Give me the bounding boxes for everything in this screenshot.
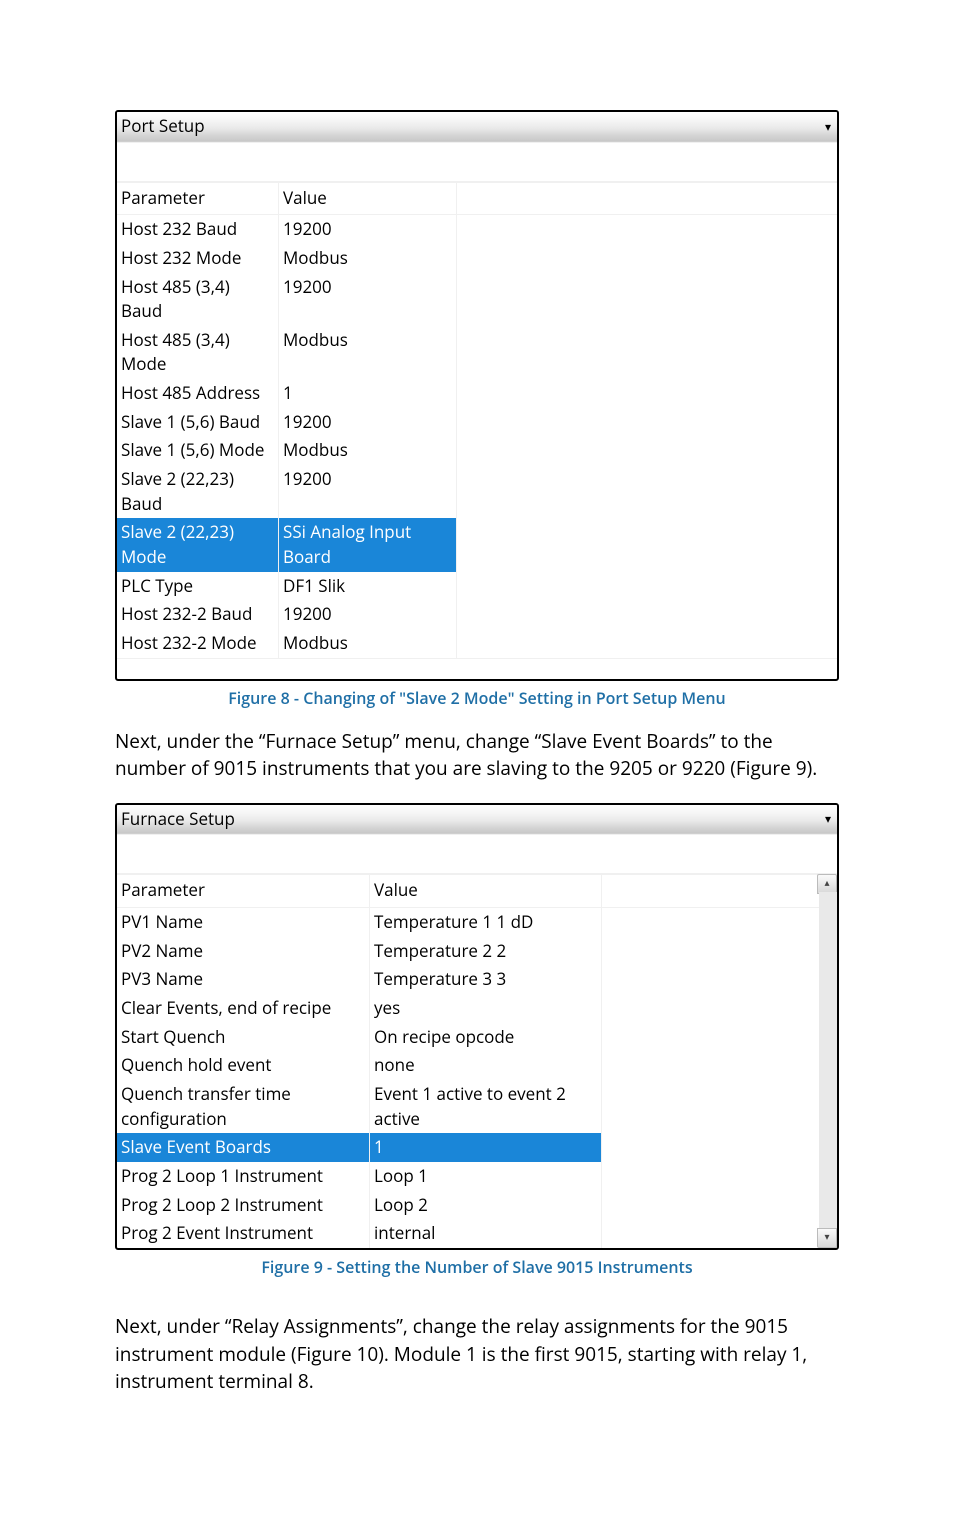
chevron-down-icon: ▾ — [825, 118, 831, 135]
furnace-value: Loop 1 — [370, 1162, 602, 1191]
port-header-param: Parameter — [117, 183, 279, 215]
furnace-setup-panel: Furnace Setup ▾ Parameter Value PV1 Name… — [115, 803, 839, 1250]
furnace-value: Loop 2 — [370, 1191, 602, 1220]
furnace-param: PV3 Name — [117, 965, 370, 994]
port-row[interactable]: Host 232 ModeModbus — [117, 244, 837, 273]
port-param: Slave 1 (5,6) Mode — [117, 436, 279, 465]
port-value: 19200 — [279, 215, 457, 244]
scroll-up-button[interactable]: ▴ — [817, 874, 837, 894]
port-param: Host 485 (3,4) Mode — [117, 326, 279, 379]
port-title: Port Setup — [121, 114, 205, 139]
figure-8-caption: Figure 8 - Changing of "Slave 2 Mode" Se… — [115, 687, 839, 710]
paragraph-2: Next, under “Relay Assignments”, change … — [115, 1313, 839, 1396]
furnace-header-spacer — [602, 875, 837, 907]
scroll-track[interactable] — [819, 892, 837, 1229]
furnace-value: On recipe opcode — [370, 1023, 602, 1052]
port-blank-row — [117, 142, 837, 182]
furnace-param: Quench hold event — [117, 1051, 370, 1080]
port-param: Slave 2 (22,23) Mode — [117, 518, 279, 571]
furnace-value: Temperature 2 2 — [370, 937, 602, 966]
furnace-title-bar[interactable]: Furnace Setup ▾ — [117, 805, 837, 835]
furnace-row[interactable]: Prog 2 Event Instrumentinternal — [117, 1219, 837, 1248]
port-value: Modbus — [279, 326, 457, 379]
furnace-value: 1 — [370, 1133, 602, 1162]
port-header-spacer — [457, 183, 837, 215]
furnace-param: Prog 2 Event Instrument — [117, 1219, 370, 1248]
port-row[interactable]: Host 485 (3,4) Baud19200 — [117, 273, 837, 326]
port-trailing-row — [117, 658, 837, 679]
furnace-header-value: Value — [370, 875, 602, 907]
port-value: 19200 — [279, 465, 457, 518]
furnace-row[interactable]: Clear Events, end of recipeyes — [117, 994, 837, 1023]
furnace-value: internal — [370, 1219, 602, 1248]
port-value: 19200 — [279, 600, 457, 629]
port-row[interactable]: PLC TypeDF1 Slik — [117, 572, 837, 601]
port-row[interactable]: Slave 1 (5,6) ModeModbus — [117, 436, 837, 465]
port-header-value: Value — [279, 183, 457, 215]
furnace-row[interactable]: Quench transfer time configurationEvent … — [117, 1080, 837, 1133]
furnace-row[interactable]: Quench hold eventnone — [117, 1051, 837, 1080]
furnace-param: Quench transfer time configuration — [117, 1080, 370, 1133]
furnace-title: Furnace Setup — [121, 807, 235, 832]
furnace-row[interactable]: PV2 NameTemperature 2 2 — [117, 937, 837, 966]
furnace-value: Temperature 3 3 — [370, 965, 602, 994]
furnace-param: Slave Event Boards — [117, 1133, 370, 1162]
port-row[interactable]: Slave 2 (22,23) Baud19200 — [117, 465, 837, 518]
port-value: 19200 — [279, 273, 457, 326]
furnace-param: Prog 2 Loop 2 Instrument — [117, 1191, 370, 1220]
furnace-param: Prog 2 Loop 1 Instrument — [117, 1162, 370, 1191]
port-row[interactable]: Host 232-2 Baud19200 — [117, 600, 837, 629]
port-row[interactable]: Host 485 (3,4) ModeModbus — [117, 326, 837, 379]
furnace-header-row: Parameter Value — [117, 874, 837, 908]
port-param: Host 232-2 Baud — [117, 600, 279, 629]
furnace-blank-row — [117, 834, 837, 874]
paragraph-1: Next, under the “Furnace Setup” menu, ch… — [115, 728, 839, 783]
furnace-param: PV2 Name — [117, 937, 370, 966]
port-param: Host 232-2 Mode — [117, 629, 279, 658]
furnace-value: none — [370, 1051, 602, 1080]
port-title-bar[interactable]: Port Setup ▾ — [117, 112, 837, 142]
port-param: Slave 1 (5,6) Baud — [117, 408, 279, 437]
port-param: Slave 2 (22,23) Baud — [117, 465, 279, 518]
port-value: Modbus — [279, 629, 457, 658]
furnace-value: Temperature 1 1 dD — [370, 908, 602, 937]
furnace-param: PV1 Name — [117, 908, 370, 937]
furnace-header-param: Parameter — [117, 875, 370, 907]
port-value: DF1 Slik — [279, 572, 457, 601]
furnace-row[interactable]: Slave Event Boards1 — [117, 1133, 837, 1162]
port-param: PLC Type — [117, 572, 279, 601]
furnace-row[interactable]: PV3 NameTemperature 3 3 — [117, 965, 837, 994]
port-row[interactable]: Host 485 Address1 — [117, 379, 837, 408]
port-param: Host 485 Address — [117, 379, 279, 408]
port-header-row: Parameter Value — [117, 182, 837, 216]
port-value: Modbus — [279, 244, 457, 273]
furnace-param: Clear Events, end of recipe — [117, 994, 370, 1023]
furnace-row[interactable]: Prog 2 Loop 1 InstrumentLoop 1 — [117, 1162, 837, 1191]
chevron-down-icon: ▾ — [825, 810, 831, 827]
figure-9-caption: Figure 9 - Setting the Number of Slave 9… — [115, 1256, 839, 1279]
port-param: Host 232 Baud — [117, 215, 279, 244]
furnace-param: Start Quench — [117, 1023, 370, 1052]
port-row[interactable]: Slave 2 (22,23) ModeSSi Analog Input Boa… — [117, 518, 837, 571]
furnace-row[interactable]: Prog 2 Loop 2 InstrumentLoop 2 — [117, 1191, 837, 1220]
furnace-value: yes — [370, 994, 602, 1023]
port-value: 19200 — [279, 408, 457, 437]
port-row[interactable]: Host 232-2 ModeModbus — [117, 629, 837, 658]
port-value: 1 — [279, 379, 457, 408]
port-param: Host 232 Mode — [117, 244, 279, 273]
port-param: Host 485 (3,4) Baud — [117, 273, 279, 326]
port-row[interactable]: Host 232 Baud19200 — [117, 215, 837, 244]
furnace-value: Event 1 active to event 2 active — [370, 1080, 602, 1133]
scroll-down-button[interactable]: ▾ — [817, 1228, 837, 1248]
furnace-row[interactable]: Start QuenchOn recipe opcode — [117, 1023, 837, 1052]
furnace-row[interactable]: PV1 NameTemperature 1 1 dD — [117, 908, 837, 937]
port-value: Modbus — [279, 436, 457, 465]
port-value: SSi Analog Input Board — [279, 518, 457, 571]
document-page: Port Setup ▾ Parameter Value Host 232 Ba… — [0, 0, 954, 1516]
port-setup-panel: Port Setup ▾ Parameter Value Host 232 Ba… — [115, 110, 839, 681]
port-row[interactable]: Slave 1 (5,6) Baud19200 — [117, 408, 837, 437]
